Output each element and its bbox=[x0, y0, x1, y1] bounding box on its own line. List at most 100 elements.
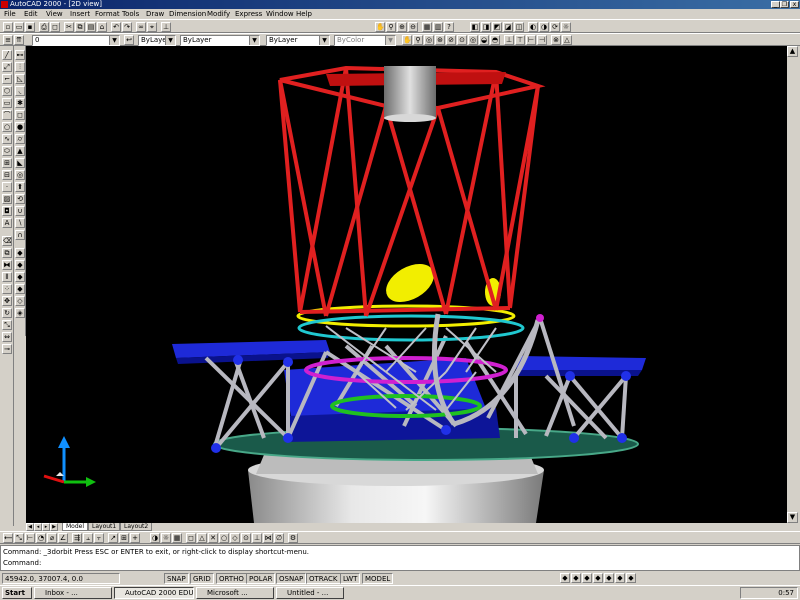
scroll-up-icon[interactable]: ▲ bbox=[787, 46, 798, 57]
start-button[interactable]: Start bbox=[2, 587, 32, 599]
shade-green-icon[interactable]: ◆ bbox=[15, 248, 25, 258]
tab-first-icon[interactable]: ◀ bbox=[26, 523, 34, 531]
view-top-icon[interactable]: ◧ bbox=[470, 22, 480, 32]
lwt-toggle[interactable]: LWT bbox=[340, 573, 361, 584]
status-tool-icon[interactable]: ◆ bbox=[560, 573, 570, 583]
continue-icon[interactable]: ⫟ bbox=[94, 533, 104, 543]
tab-next-icon[interactable]: ▸ bbox=[42, 523, 50, 531]
new-icon[interactable]: ▫ bbox=[3, 22, 13, 32]
chevron-down-icon[interactable]: ▼ bbox=[319, 36, 329, 45]
vertical-scrollbar[interactable]: ▲ ▼ bbox=[787, 46, 798, 523]
view-front-icon[interactable]: ◨ bbox=[481, 22, 491, 32]
arc-icon[interactable]: ⌒ bbox=[2, 110, 12, 120]
point-icon[interactable]: · bbox=[2, 182, 12, 192]
quick-dim-icon[interactable]: ⇶ bbox=[72, 533, 82, 543]
layer-previous-icon[interactable]: ↩ bbox=[124, 35, 134, 45]
snap-toggle[interactable]: SNAP bbox=[164, 573, 189, 584]
menu-dimension[interactable]: Dimension bbox=[169, 10, 206, 18]
linetype-dropdown[interactable]: ByLayer ▼ bbox=[180, 35, 260, 46]
menu-tools[interactable]: Tools bbox=[122, 10, 139, 18]
ucs-world-icon[interactable]: ⊥ bbox=[504, 35, 514, 45]
properties-icon[interactable]: ▦ bbox=[422, 22, 432, 32]
chevron-down-icon[interactable]: ▼ bbox=[109, 36, 119, 45]
polar-toggle[interactable]: POLAR bbox=[246, 573, 276, 584]
minimize-button[interactable]: _ bbox=[771, 1, 780, 8]
open-icon[interactable]: ▭ bbox=[14, 22, 24, 32]
hidden-icon[interactable]: ◈ bbox=[15, 308, 25, 318]
undo-icon[interactable]: ↶ bbox=[111, 22, 121, 32]
baseline-icon[interactable]: ⫠ bbox=[83, 533, 93, 543]
dimension-angular-icon[interactable]: ∠ bbox=[58, 533, 68, 543]
print-icon[interactable]: ⎙ bbox=[39, 22, 49, 32]
dimension-diameter-icon[interactable]: ⌀ bbox=[47, 533, 57, 543]
rotate-icon[interactable]: ↻ bbox=[2, 308, 12, 318]
osnap-toggle[interactable]: OSNAP bbox=[276, 573, 307, 584]
task-microsoft[interactable]: Microsoft ... bbox=[196, 587, 274, 599]
command-prompt[interactable]: Command: bbox=[3, 559, 41, 567]
task-autocad[interactable]: AutoCAD 2000 EDUCATIONAL bbox=[114, 587, 194, 599]
status-tool-icon[interactable]: ◆ bbox=[593, 573, 603, 583]
restore-button[interactable]: ❐ bbox=[780, 1, 789, 8]
tolerance-icon[interactable]: ⊞ bbox=[119, 533, 129, 543]
snap-midpoint-icon[interactable]: △ bbox=[197, 533, 207, 543]
redo-icon[interactable]: ↷ bbox=[122, 22, 132, 32]
status-tool-icon[interactable]: ◆ bbox=[626, 573, 636, 583]
snap-tangent-icon[interactable]: ⊙ bbox=[241, 533, 251, 543]
ucs-3point-icon[interactable]: △ bbox=[562, 35, 572, 45]
ucs-icon[interactable]: ⊥ bbox=[161, 22, 171, 32]
clip-icon[interactable]: ◎ bbox=[468, 35, 478, 45]
orbit-icon[interactable]: ◎ bbox=[424, 35, 434, 45]
save-icon[interactable]: ▪ bbox=[25, 22, 35, 32]
dimension-linear-icon[interactable]: ⟷ bbox=[3, 533, 13, 543]
menu-edit[interactable]: Edit bbox=[24, 10, 38, 18]
extend-icon[interactable]: ⊷ bbox=[15, 50, 25, 60]
status-tool-icon[interactable]: ◆ bbox=[571, 573, 581, 583]
xline-icon[interactable]: ⤢ bbox=[2, 62, 12, 72]
tab-model[interactable]: Model bbox=[62, 523, 89, 531]
menu-insert[interactable]: Insert bbox=[70, 10, 90, 18]
view-se-icon[interactable]: ◫ bbox=[514, 22, 524, 32]
menu-help[interactable]: Help bbox=[296, 10, 312, 18]
autocad-app-icon[interactable] bbox=[1, 1, 8, 8]
copy-icon[interactable]: ⧉ bbox=[75, 22, 85, 32]
intersect-icon[interactable]: ∩ bbox=[15, 230, 25, 240]
wedge-icon[interactable]: ◣ bbox=[15, 158, 25, 168]
region-icon[interactable]: ◘ bbox=[2, 206, 12, 216]
layer-dropdown[interactable]: 0 ▼ bbox=[32, 35, 120, 46]
break-icon[interactable]: ⫶ bbox=[15, 62, 25, 72]
menu-draw[interactable]: Draw bbox=[146, 10, 164, 18]
move-icon[interactable]: ✥ bbox=[2, 296, 12, 306]
snap-none-icon[interactable]: ∅ bbox=[274, 533, 284, 543]
continuous-orbit-icon[interactable]: ⊛ bbox=[435, 35, 445, 45]
command-window[interactable]: Command: _3dorbit Press ESC or ENTER to … bbox=[0, 545, 800, 571]
rectangle-icon[interactable]: ▭ bbox=[2, 98, 12, 108]
task-inbox[interactable]: Inbox - ... bbox=[34, 587, 112, 599]
copy-object-icon[interactable]: ⧉ bbox=[2, 248, 12, 258]
clock[interactable]: 0:57 bbox=[778, 589, 794, 597]
menu-view[interactable]: View bbox=[46, 10, 63, 18]
subtract-icon[interactable]: ∖ bbox=[15, 218, 25, 228]
tab-layout1[interactable]: Layout1 bbox=[88, 523, 121, 531]
center-mark-icon[interactable]: + bbox=[130, 533, 140, 543]
model-viewport[interactable] bbox=[26, 46, 798, 523]
preview-icon[interactable]: ◻ bbox=[50, 22, 60, 32]
ucs-view-icon[interactable]: ⊢ bbox=[526, 35, 536, 45]
fillet-icon[interactable]: ◟ bbox=[15, 86, 25, 96]
menu-window[interactable]: Window bbox=[266, 10, 294, 18]
extrude-icon[interactable]: ⬆ bbox=[15, 182, 25, 192]
scroll-down-icon[interactable]: ▼ bbox=[787, 512, 798, 523]
array-icon[interactable]: ⁘ bbox=[2, 284, 12, 294]
light-icon[interactable]: ☼ bbox=[561, 22, 571, 32]
explode-icon[interactable]: ✱ bbox=[15, 98, 25, 108]
menu-file[interactable]: File bbox=[4, 10, 16, 18]
lineweight-dropdown[interactable]: ByLayer ▼ bbox=[266, 35, 330, 46]
menu-format[interactable]: Format bbox=[95, 10, 120, 18]
back-clip-icon[interactable]: ◓ bbox=[490, 35, 500, 45]
make-block-icon[interactable]: ⊟ bbox=[2, 170, 12, 180]
snap-quadrant-icon[interactable]: ◇ bbox=[230, 533, 240, 543]
stretch-icon[interactable]: ⇔ bbox=[2, 332, 12, 342]
tracking-icon[interactable]: ⌖ bbox=[147, 22, 157, 32]
line-icon[interactable]: ╱ bbox=[2, 50, 12, 60]
snap-nearest-icon[interactable]: ⋈ bbox=[263, 533, 273, 543]
layers-icon[interactable]: ≡ bbox=[3, 35, 13, 45]
